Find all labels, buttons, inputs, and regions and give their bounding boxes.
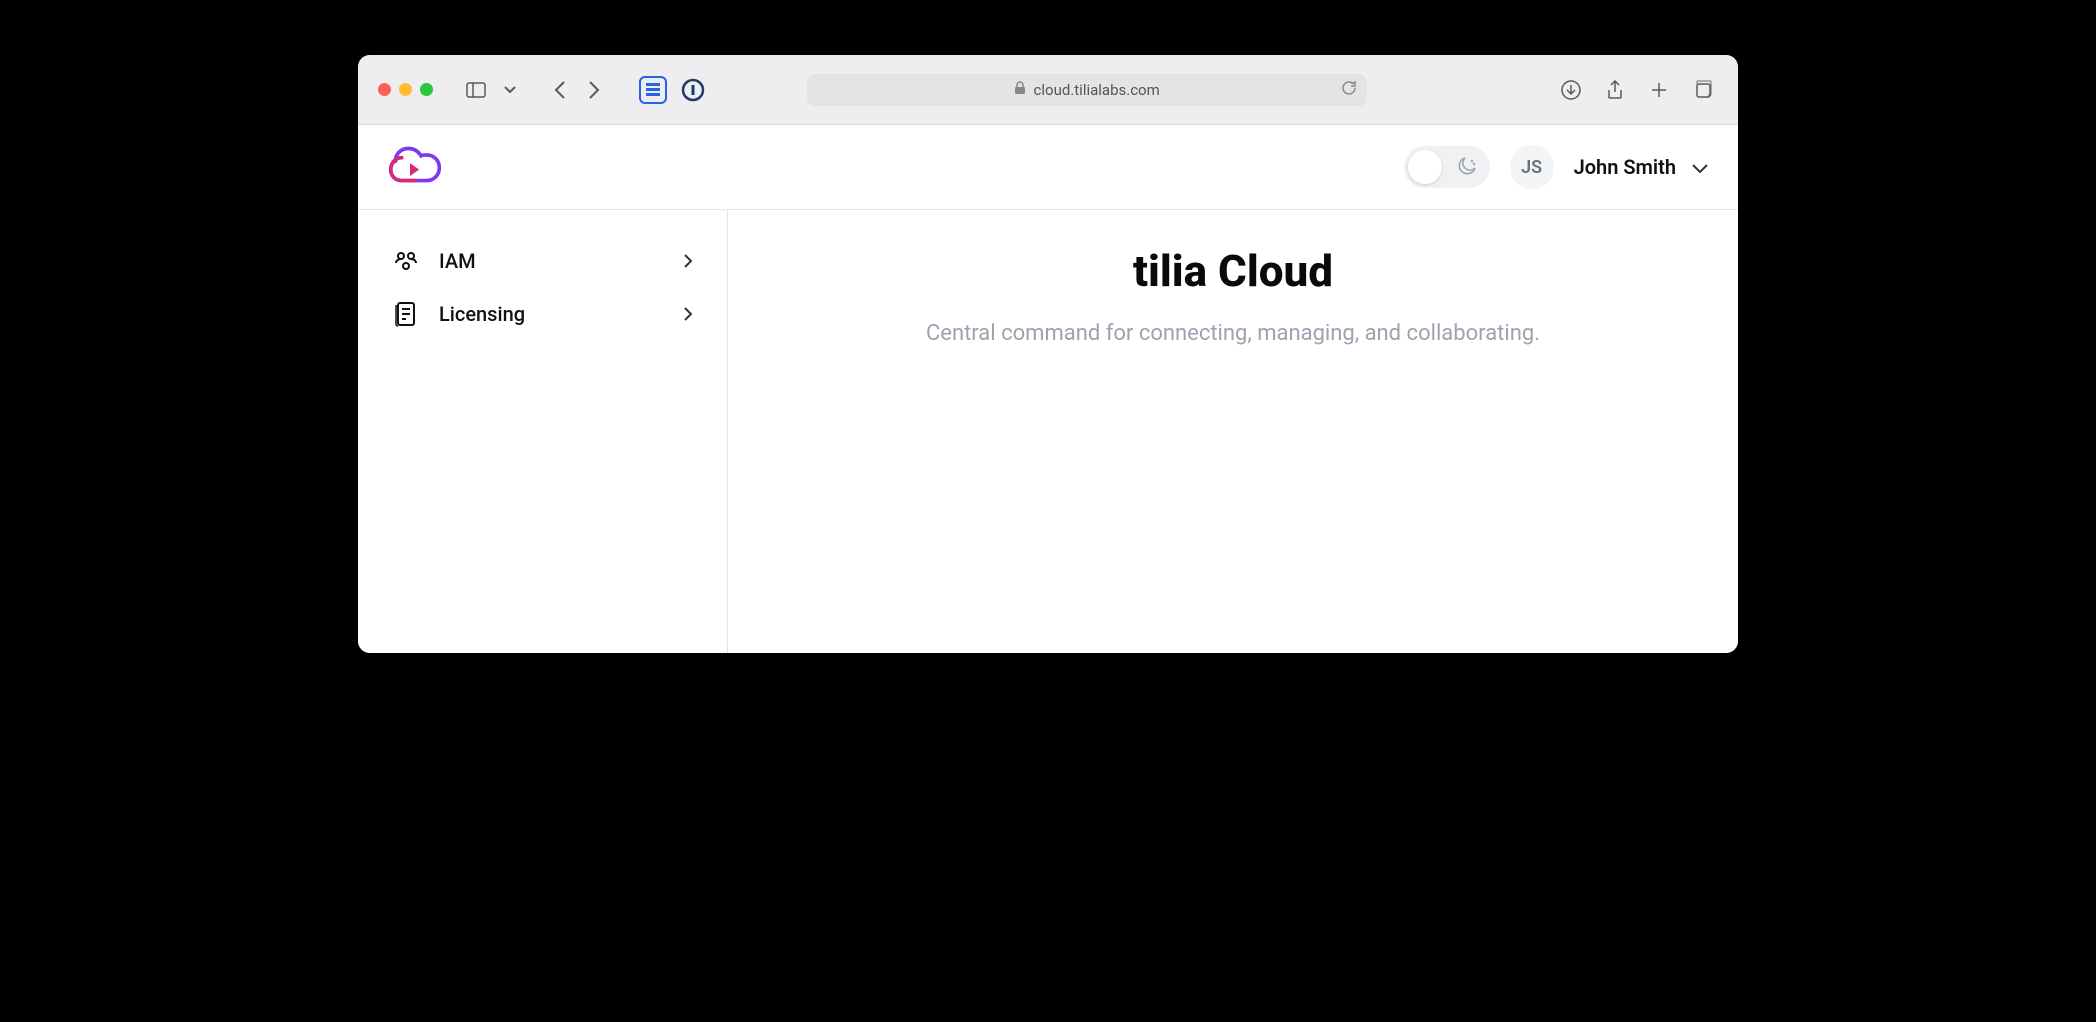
chevron-right-icon bbox=[684, 249, 692, 273]
document-icon bbox=[393, 301, 419, 327]
sidebar-item-label: Licensing bbox=[439, 302, 664, 326]
page-subtitle: Central command for connecting, managing… bbox=[768, 321, 1698, 346]
window-controls bbox=[378, 83, 433, 96]
chevron-right-icon bbox=[684, 302, 692, 326]
downloads-button[interactable] bbox=[1556, 75, 1586, 105]
sidebar-item-licensing[interactable]: Licensing bbox=[373, 287, 712, 341]
tab-overview-button[interactable] bbox=[1688, 75, 1718, 105]
user-menu[interactable]: John Smith bbox=[1574, 155, 1708, 179]
theme-toggle-knob bbox=[1408, 150, 1442, 184]
forward-button[interactable] bbox=[579, 75, 609, 105]
theme-toggle[interactable] bbox=[1404, 146, 1490, 188]
back-button[interactable] bbox=[545, 75, 575, 105]
reload-button[interactable] bbox=[1341, 80, 1357, 100]
browser-window: cloud.tilialabs.com bbox=[358, 55, 1738, 653]
sidebar-item-label: IAM bbox=[439, 249, 664, 273]
close-window-button[interactable] bbox=[378, 83, 391, 96]
tab-dropdown-button[interactable] bbox=[495, 75, 525, 105]
moon-icon bbox=[1458, 155, 1478, 179]
sidebar-toggle-button[interactable] bbox=[461, 75, 491, 105]
avatar[interactable]: JS bbox=[1510, 145, 1554, 189]
app-body: IAM Licensing bbox=[358, 210, 1738, 653]
user-name: John Smith bbox=[1574, 155, 1676, 179]
extension-1password-icon[interactable] bbox=[679, 76, 707, 104]
share-button[interactable] bbox=[1600, 75, 1630, 105]
lock-icon bbox=[1014, 80, 1026, 99]
url-text: cloud.tilialabs.com bbox=[1034, 81, 1160, 99]
chevron-down-icon bbox=[1692, 155, 1708, 179]
minimize-window-button[interactable] bbox=[399, 83, 412, 96]
extension-todoist-icon[interactable] bbox=[639, 76, 667, 104]
avatar-initials: JS bbox=[1521, 157, 1542, 178]
page-title: tilia Cloud bbox=[768, 245, 1698, 297]
browser-toolbar: cloud.tilialabs.com bbox=[358, 55, 1738, 125]
main-content: tilia Cloud Central command for connecti… bbox=[728, 210, 1738, 653]
app-container: JS John Smith IAM bbox=[358, 125, 1738, 653]
sidebar-item-iam[interactable]: IAM bbox=[373, 235, 712, 287]
address-bar[interactable]: cloud.tilialabs.com bbox=[807, 74, 1367, 106]
sidebar: IAM Licensing bbox=[358, 210, 728, 653]
logo[interactable] bbox=[388, 145, 443, 189]
people-icon bbox=[393, 250, 419, 272]
maximize-window-button[interactable] bbox=[420, 83, 433, 96]
new-tab-button[interactable] bbox=[1644, 75, 1674, 105]
app-header: JS John Smith bbox=[358, 125, 1738, 210]
